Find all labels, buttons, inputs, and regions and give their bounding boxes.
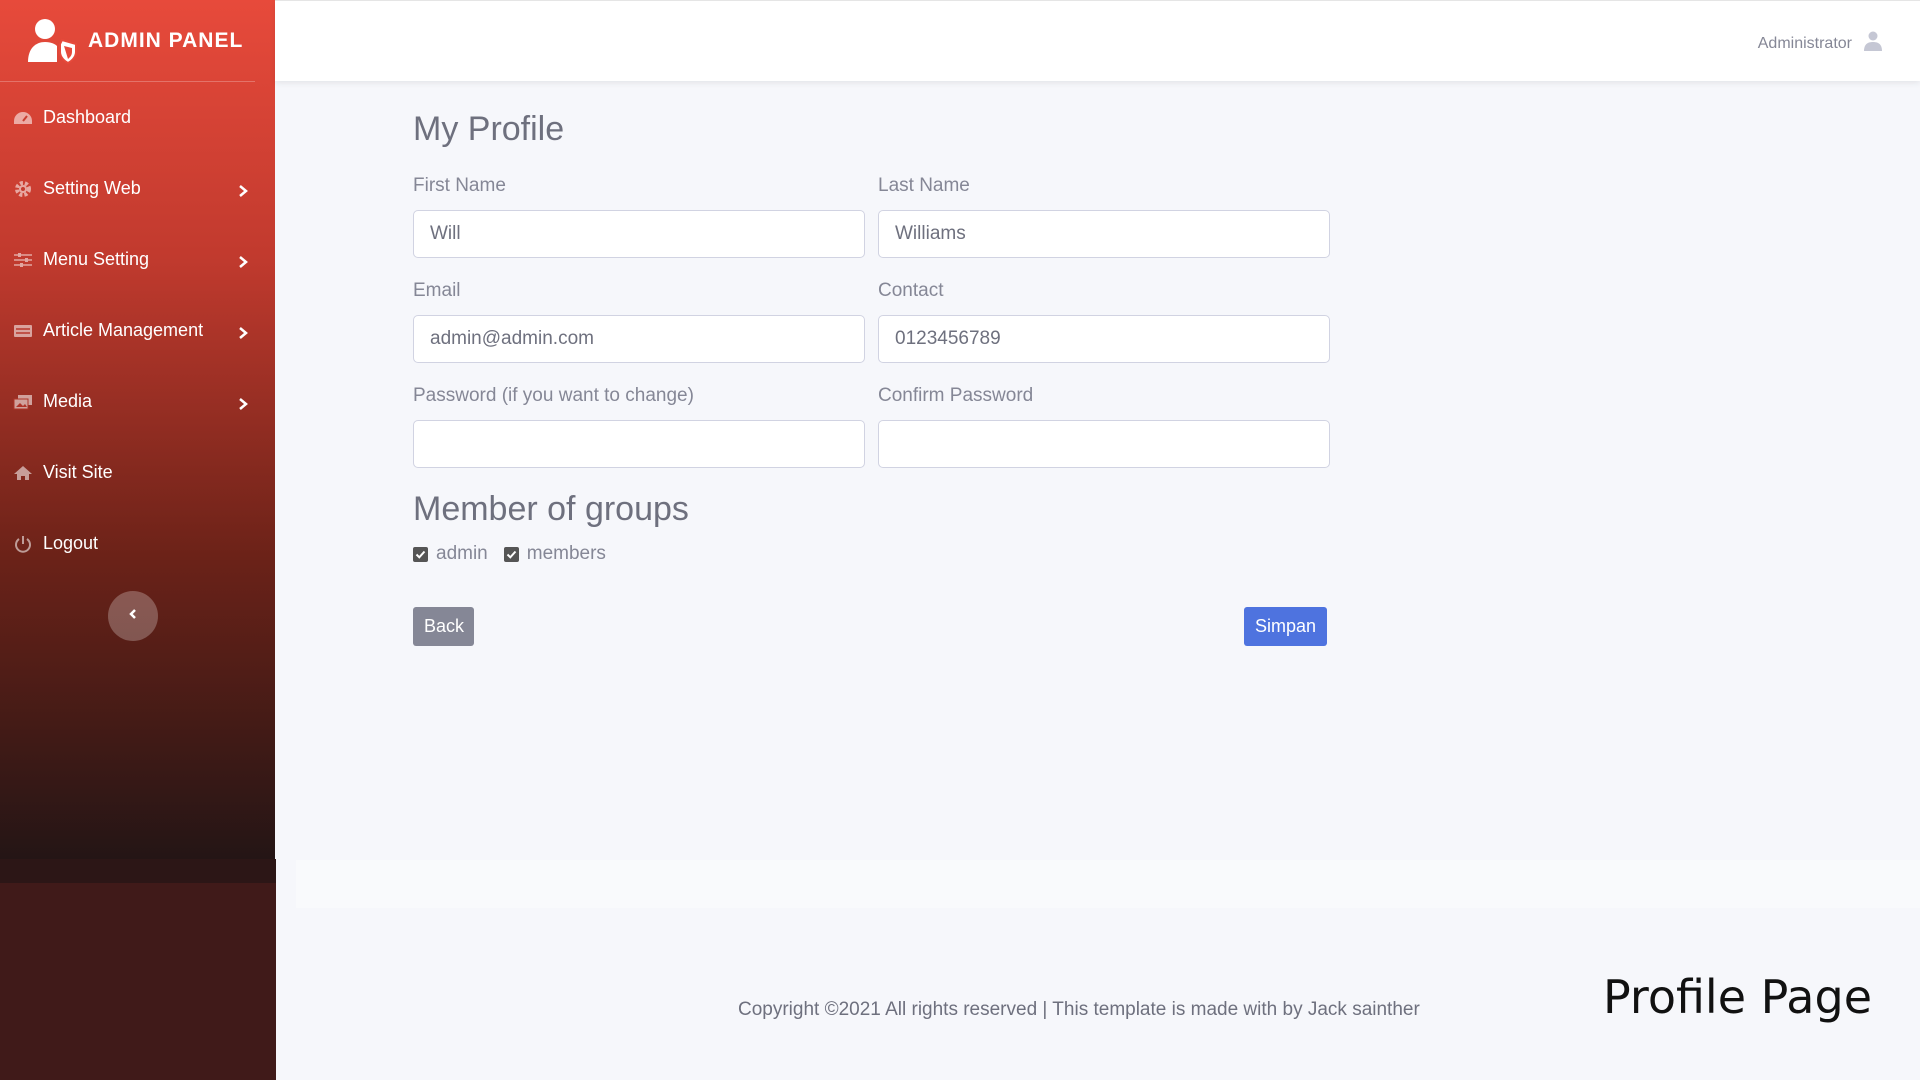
chevron-right-icon	[237, 253, 249, 268]
sidebar-item-visit-site[interactable]: Visit Site	[0, 437, 275, 508]
save-button[interactable]: Simpan	[1244, 607, 1327, 646]
page-title: My Profile	[413, 110, 565, 148]
form-actions: Back Simpan	[413, 607, 1327, 647]
back-button[interactable]: Back	[413, 607, 474, 646]
last-name-label: Last Name	[878, 175, 970, 196]
first-name-field[interactable]	[413, 210, 865, 258]
sidebar-item-label: Dashboard	[43, 107, 132, 127]
form-row: Email Contact	[413, 280, 1333, 363]
sidebar-item-label: Article Management	[43, 320, 204, 340]
sidebar-item-menu-setting[interactable]: Menu Setting	[0, 224, 275, 295]
page-caption: Profile Page	[1602, 970, 1872, 1024]
dashboard-icon	[12, 109, 34, 127]
email-field[interactable]	[413, 315, 865, 363]
form-row: First Name Last Name	[413, 175, 1333, 258]
sidebar-item-label: Menu Setting	[43, 249, 150, 269]
members-group-checkbox[interactable]	[503, 546, 519, 562]
password-group: Password (if you want to change)	[413, 385, 865, 468]
password-label: Password (if you want to change)	[413, 385, 694, 406]
password-field[interactable]	[413, 420, 865, 468]
home-icon	[12, 464, 34, 482]
group-checkboxes: admin members	[413, 543, 1333, 565]
admin-shield-user-icon	[26, 18, 80, 64]
sidebar-item-label: Media	[43, 391, 93, 411]
profile-form: My Profile First Name Last Name Email Co…	[413, 110, 1333, 647]
chevron-right-icon	[237, 324, 249, 339]
sliders-icon	[12, 251, 34, 269]
footer-copyright: Copyright ©2021 All rights reserved | Th…	[738, 999, 1420, 1020]
contact-label: Contact	[878, 280, 944, 301]
last-name-field[interactable]	[878, 210, 1330, 258]
images-icon	[12, 393, 34, 411]
form-row: Password (if you want to change) Confirm…	[413, 385, 1333, 468]
contact-field[interactable]	[878, 315, 1330, 363]
chevron-left-icon	[127, 607, 139, 626]
chevron-right-icon	[237, 182, 249, 197]
first-name-group: First Name	[413, 175, 865, 258]
admin-group-checkbox[interactable]	[413, 546, 428, 562]
email-label: Email	[413, 280, 461, 301]
username: Administrator	[1757, 34, 1852, 52]
brand[interactable]: ADMIN PANEL	[0, 0, 255, 82]
sidebar-item-label: Setting Web	[43, 178, 141, 198]
sidebar-nav: Dashboard Setting Web Menu Setting Artic…	[0, 82, 275, 579]
confirm-password-field[interactable]	[878, 420, 1330, 468]
sidebar-footer-band	[0, 859, 276, 883]
confirm-password-label: Confirm Password	[878, 385, 1034, 406]
sidebar-item-logout[interactable]: Logout	[0, 508, 275, 579]
sidebar: ADMIN PANEL Dashboard Setting Web Menu S…	[0, 0, 275, 859]
email-group: Email	[413, 280, 865, 363]
sidebar-footer-area	[0, 859, 276, 1080]
user-avatar-icon	[1864, 31, 1882, 56]
power-icon	[12, 535, 34, 553]
article-icon	[12, 322, 34, 340]
last-name-group: Last Name	[878, 175, 1330, 258]
sidebar-item-setting-web[interactable]: Setting Web	[0, 153, 275, 224]
topbar: Administrator	[275, 0, 1920, 81]
gear-icon	[12, 180, 34, 198]
members-group-label: members	[526, 543, 606, 564]
confirm-password-group: Confirm Password	[878, 385, 1330, 468]
sidebar-item-label: Logout	[43, 533, 99, 553]
chevron-right-icon	[237, 395, 249, 410]
footer-strip	[296, 860, 1920, 908]
sidebar-item-dashboard[interactable]: Dashboard	[0, 82, 275, 153]
sidebar-item-media[interactable]: Media	[0, 366, 275, 437]
user-menu[interactable]: Administrator	[1758, 31, 1882, 56]
brand-title: ADMIN PANEL	[88, 28, 244, 52]
contact-group: Contact	[878, 280, 1330, 363]
sidebar-item-label: Visit Site	[43, 462, 113, 482]
admin-group-label: admin	[436, 543, 488, 564]
first-name-label: First Name	[413, 175, 506, 196]
groups-title: Member of groups	[413, 490, 689, 528]
sidebar-item-article-management[interactable]: Article Management	[0, 295, 275, 366]
sidebar-toggle-button[interactable]	[108, 591, 158, 641]
